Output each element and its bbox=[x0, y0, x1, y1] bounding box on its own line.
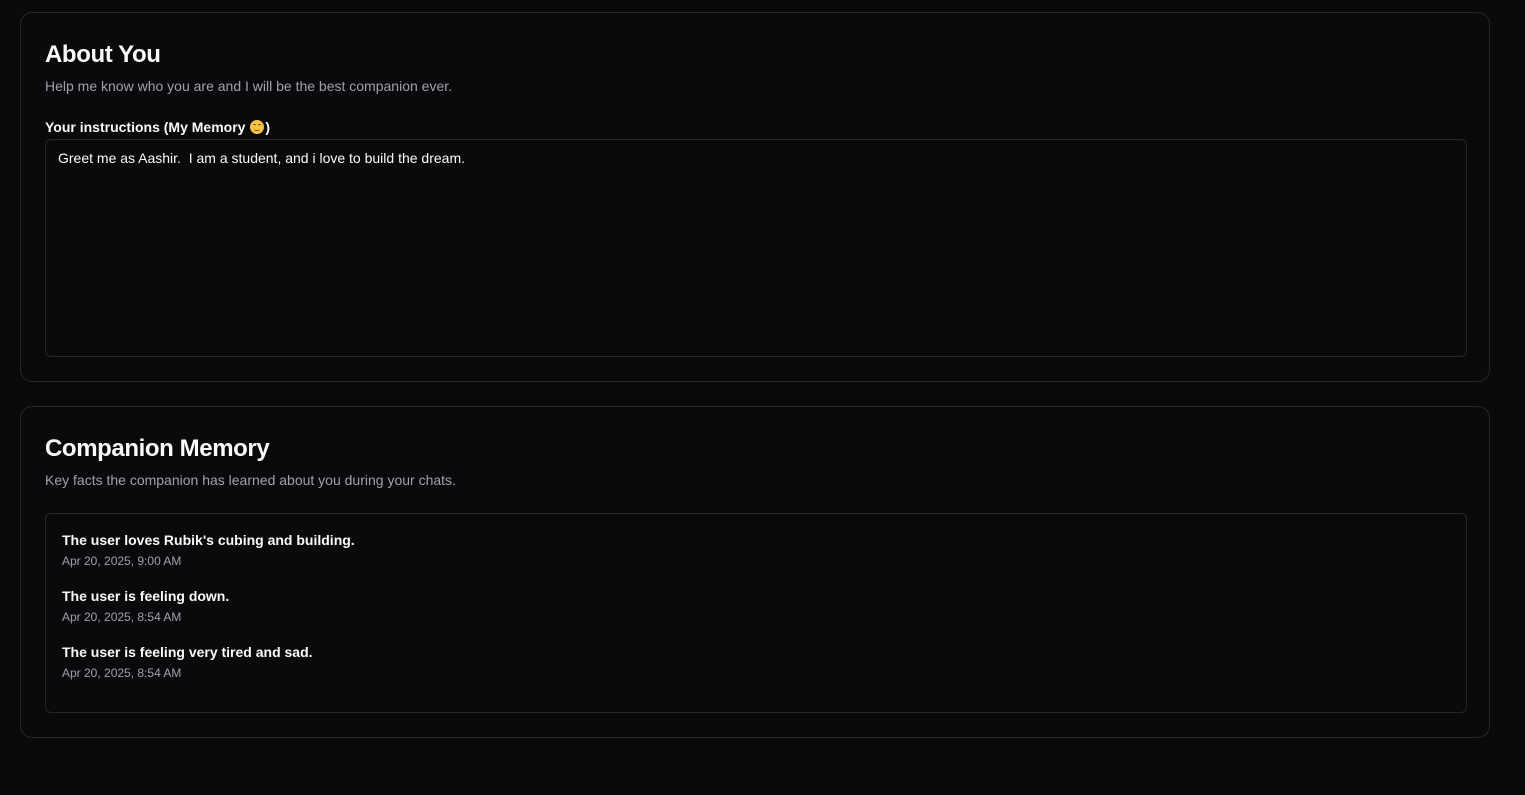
companion-memory-card: Companion Memory Key facts the companion… bbox=[20, 406, 1490, 738]
about-you-card: About You Help me know who you are and I… bbox=[20, 12, 1490, 382]
memory-item-text: The user loves Rubik's cubing and buildi… bbox=[62, 532, 355, 548]
memory-item: The user loves Rubik's cubing and buildi… bbox=[62, 531, 1450, 587]
instructions-label-suffix: ) bbox=[265, 119, 270, 135]
memory-item-text: The user is feeling down. bbox=[62, 588, 230, 604]
memory-item: The user is feeling very tired and sad. … bbox=[62, 643, 1450, 699]
instructions-label-text: Your instructions (My Memory bbox=[45, 119, 250, 135]
memory-item-timestamp: Apr 20, 2025, 8:54 AM bbox=[62, 666, 182, 680]
memory-item-text: The user is feeling very tired and sad. bbox=[62, 644, 313, 660]
companion-memory-description: Key facts the companion has learned abou… bbox=[45, 472, 456, 488]
memory-item-timestamp: Apr 20, 2025, 8:54 AM bbox=[62, 610, 182, 624]
about-you-title: About You bbox=[45, 41, 161, 68]
smiling-face-icon bbox=[250, 120, 265, 134]
companion-memory-title: Companion Memory bbox=[45, 435, 270, 462]
memory-item: The user is feeling down. Apr 20, 2025, … bbox=[62, 587, 1450, 643]
instructions-label: Your instructions (My Memory ) bbox=[45, 119, 270, 135]
memory-list: The user loves Rubik's cubing and buildi… bbox=[45, 513, 1467, 713]
memory-item-timestamp: Apr 20, 2025, 9:00 AM bbox=[62, 554, 182, 568]
about-you-description: Help me know who you are and I will be t… bbox=[45, 78, 453, 94]
settings-page: About You Help me know who you are and I… bbox=[0, 0, 1525, 795]
instructions-textarea[interactable]: Greet me as Aashir. I am a student, and … bbox=[45, 139, 1467, 357]
